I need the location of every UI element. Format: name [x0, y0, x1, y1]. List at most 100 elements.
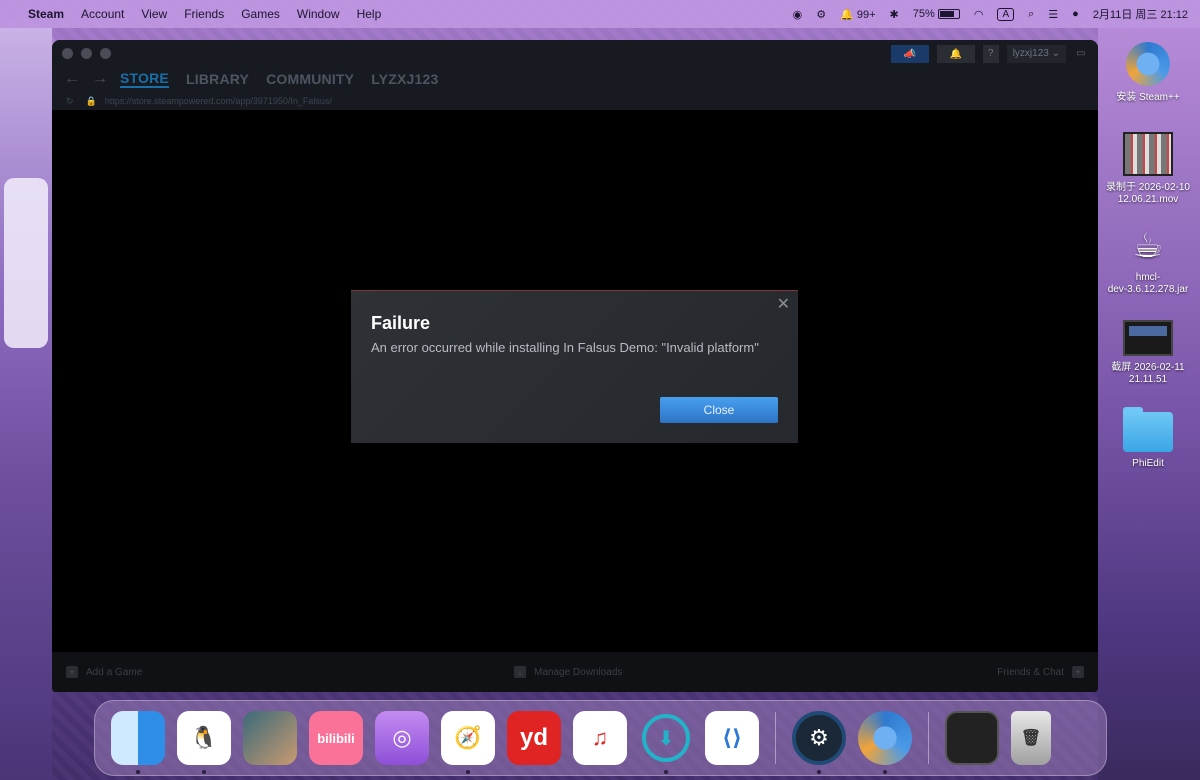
desktop-icon-steampp-installer[interactable]: 安装 Steam++ [1098, 42, 1198, 104]
dock-separator [775, 712, 776, 764]
notifications-bell-icon[interactable]: 🔔 [936, 45, 975, 63]
running-indicator [883, 770, 887, 774]
desktop-icon-label: PhiEdit [1132, 458, 1164, 469]
download-icon: ↓ [514, 666, 526, 678]
zoom-window-button[interactable] [100, 47, 111, 59]
bilibili-icon: bilibili [317, 730, 355, 746]
dock-youdao[interactable]: yd [507, 711, 561, 765]
menu-account[interactable]: Account [81, 7, 124, 21]
dock-qq[interactable]: 🐧 [177, 711, 231, 774]
dialog-close-icon[interactable]: ✕ [777, 297, 790, 313]
battery-status[interactable]: 75% [913, 8, 960, 20]
running-indicator [136, 770, 140, 774]
add-game-button[interactable]: + Add a Game [66, 666, 142, 678]
netease-music-icon: ♫ [591, 725, 609, 750]
tab-library[interactable]: LIBRARY [186, 71, 249, 87]
back-arrow-icon[interactable]: ← [64, 70, 80, 88]
reload-icon[interactable]: ↻ [66, 96, 74, 107]
lock-icon: 🔒 [85, 95, 97, 106]
chat-icon: + [1072, 666, 1084, 678]
qq-penguin-icon: 🐧 [190, 725, 218, 750]
running-indicator [817, 770, 821, 774]
help-question-icon[interactable]: ? [982, 45, 999, 63]
dock-trash[interactable]: 🗑 [1011, 711, 1051, 765]
menu-help[interactable]: Help [357, 7, 382, 21]
dock-netease-music[interactable]: ♫ [573, 711, 627, 765]
control-center-icon[interactable]: ☰ [1048, 8, 1058, 21]
steampp-icon [1126, 42, 1170, 86]
dock-finder[interactable] [111, 711, 165, 774]
account-username: lyzxj123 [1012, 48, 1049, 59]
steam-top-right-controls: 📣 🔔 ? lyzxj123 ⌄ ▭ [890, 45, 1088, 63]
friends-chat-button[interactable]: Friends & Chat + [997, 666, 1084, 678]
desktop-icon-label: 录制于 2026-02-10 [1106, 182, 1190, 193]
youdao-icon: yd [519, 724, 548, 751]
java-coffee-icon: ☕ [1132, 227, 1164, 265]
url-bar: ↻ 🔒 https://store.steampowered.com/app/3… [52, 92, 1098, 110]
dock-arknights[interactable] [243, 711, 297, 765]
dock: 🐧 bilibili ◎ 🧭 yd ♫ ⬇ ⟨⟩ ⚙ 🗑 [94, 700, 1107, 776]
dock-bilibili[interactable]: bilibili [309, 711, 363, 765]
menu-view[interactable]: View [141, 7, 167, 21]
wifi-icon[interactable]: ◠ [974, 8, 984, 21]
steam-status-icon[interactable]: ⚙ [816, 8, 826, 21]
notification-count: 99+ [856, 8, 876, 21]
trash-icon: 🗑 [1020, 730, 1042, 747]
battery-icon [937, 9, 960, 20]
dock-steampp-installer[interactable]: ⬇ [639, 711, 693, 774]
status-menus: ◉ ⚙ 🔔 99+ ✱ 75% ◠ A ⌕ ☰ ● 2月11日 周三 21:12 [793, 6, 1188, 22]
megaphone-icon[interactable]: 📣 [890, 45, 929, 63]
dock-steam[interactable]: ⚙ [792, 711, 846, 774]
wallpaper-left-strip [0, 28, 52, 780]
menu-games[interactable]: Games [241, 7, 280, 21]
tab-profile[interactable]: LYZXJ123 [371, 71, 438, 87]
desktop-icon-recording-video[interactable]: 录制于 2026-02-10 12.06.21.mov [1098, 132, 1198, 206]
desktop-icon-screenshot[interactable]: 截屏 2026-02-11 21.11.51 [1098, 320, 1198, 386]
dock-podcasts[interactable]: ◎ [375, 711, 429, 765]
input-method-badge[interactable]: A [997, 7, 1015, 21]
account-dropdown[interactable]: lyzxj123 ⌄ [1006, 45, 1066, 63]
desktop-icon-hmcl-jar[interactable]: ☕ hmcl- dev-3.6.12.278.jar [1098, 226, 1198, 296]
folder-icon [1123, 407, 1173, 452]
safari-compass-icon: 🧭 [454, 725, 482, 750]
tab-store[interactable]: STORE [120, 70, 169, 88]
siri-orb-icon[interactable]: ◉ [793, 8, 803, 21]
minimize-window-button[interactable] [81, 47, 92, 59]
download-gear-icon: ⬇ [642, 714, 690, 762]
running-indicator [466, 770, 470, 774]
desktop-icon-label: 截屏 2026-02-11 [1111, 362, 1185, 373]
dialog-title: Failure [371, 313, 431, 333]
failure-dialog: ✕ Failure An error occurred while instal… [351, 290, 798, 443]
dock-steampp[interactable] [858, 711, 912, 774]
menu-clock[interactable]: 2月11日 周三 21:12 [1093, 6, 1188, 22]
dock-downloads-stack[interactable] [945, 711, 999, 765]
close-window-button[interactable] [62, 47, 73, 59]
bluetooth-icon[interactable]: ✱ [890, 8, 899, 21]
tab-community[interactable]: COMMUNITY [266, 71, 354, 87]
dock-vscode[interactable]: ⟨⟩ [705, 711, 759, 765]
qq-notification-icon[interactable]: 🔔 99+ [840, 8, 875, 21]
window-controls [62, 47, 111, 59]
dialog-close-button[interactable]: Close [660, 397, 778, 423]
big-picture-monitor-icon[interactable]: ▭ [1074, 45, 1088, 63]
screenshot-file-icon [1123, 320, 1173, 356]
plus-icon: + [66, 666, 78, 678]
spotlight-search-icon[interactable]: ⌕ [1028, 8, 1034, 21]
steam-titlebar: 📣 🔔 ? lyzxj123 ⌄ ▭ [52, 40, 1098, 66]
menu-friends[interactable]: Friends [184, 7, 224, 21]
desktop-icon-label: dev-3.6.12.278.jar [1107, 284, 1189, 295]
desktop-icon-phiedit-folder[interactable]: PhiEdit [1098, 407, 1198, 470]
desktop-icon-label: 12.06.21.mov [1117, 194, 1179, 205]
menu-app-steam[interactable]: Steam [28, 7, 64, 21]
desktop-icon-label: 21.11.51 [1128, 374, 1168, 385]
desktop-icon-label: hmcl- [1135, 272, 1161, 283]
dock-safari[interactable]: 🧭 [441, 711, 495, 774]
manage-downloads-button[interactable]: ↓ Manage Downloads [514, 666, 622, 678]
siri-icon[interactable]: ● [1072, 8, 1079, 20]
menu-window[interactable]: Window [297, 7, 340, 21]
forward-arrow-icon[interactable]: → [92, 70, 108, 88]
friends-chat-label: Friends & Chat [997, 666, 1064, 678]
battery-percent: 75% [912, 8, 935, 20]
url-text[interactable]: https://store.steampowered.com/app/39719… [105, 96, 332, 106]
vscode-icon: ⟨⟩ [721, 725, 743, 750]
